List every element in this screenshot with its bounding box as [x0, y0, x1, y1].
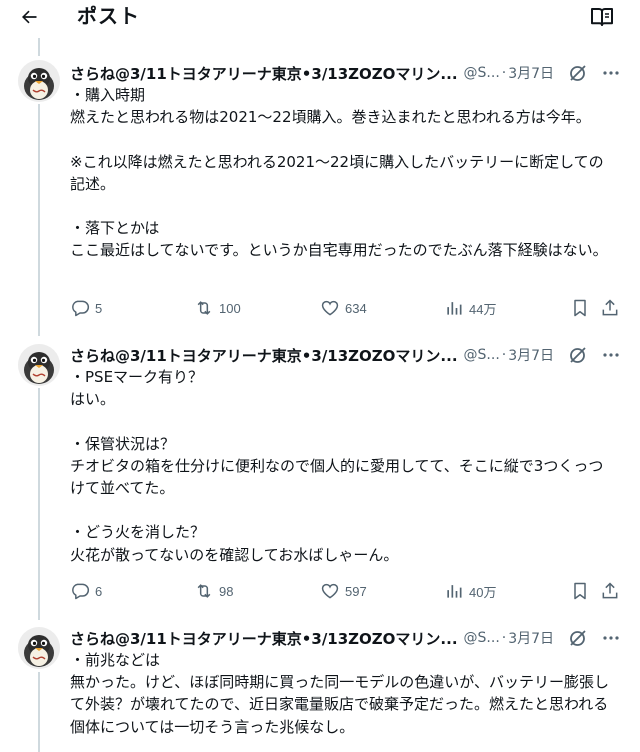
post-text-content: ・購入時期 燃えたと思われる物は2021〜22頃購入。巻き込まれたと思われる方は… — [70, 86, 608, 260]
thread-line — [38, 104, 40, 336]
share-icon — [602, 582, 618, 599]
back-button[interactable] — [14, 4, 44, 30]
repost-icon — [197, 584, 211, 598]
repost-button[interactable]: 98 — [194, 579, 233, 603]
display-name[interactable]: さらね@3/11トヨタアリーナ東京•3/13ZOZOマリン... — [70, 628, 458, 649]
like-count: 634 — [345, 300, 367, 316]
post-header: さらね@3/11トヨタアリーナ東京•3/13ZOZOマリン... @S... ·… — [70, 62, 630, 84]
share-icon — [602, 299, 618, 316]
reply-button[interactable]: 5 — [70, 296, 102, 320]
separator-dot: · — [501, 347, 507, 363]
reply-count: 5 — [95, 300, 103, 316]
views-chart-icon — [447, 302, 462, 315]
thread-line-top — [38, 38, 40, 56]
view-count: 40万 — [469, 584, 497, 600]
more-options-icon[interactable] — [602, 345, 620, 365]
post-date[interactable]: 3月7日 — [508, 345, 554, 365]
heart-icon — [321, 300, 339, 316]
avatar[interactable] — [18, 627, 60, 669]
repost-count: 100 — [219, 300, 241, 316]
avatar[interactable] — [18, 60, 60, 102]
separator-dot: · — [501, 65, 507, 81]
grok-icon[interactable] — [568, 628, 588, 648]
post-text: ・PSEマーク有り？ はい。 ・保管状況は？ チオビタの箱を仕分けに便利なので個… — [70, 366, 618, 566]
display-name[interactable]: さらね@3/11トヨタアリーナ東京•3/13ZOZOマリン... — [70, 63, 458, 84]
user-handle[interactable]: @S... — [464, 630, 500, 646]
penguin-avatar-icon — [18, 60, 60, 102]
repost-count: 98 — [219, 583, 234, 599]
post-header: さらね@3/11トヨタアリーナ東京•3/13ZOZOマリン... @S... ·… — [70, 344, 630, 366]
view-count: 44万 — [469, 301, 497, 317]
user-handle[interactable]: @S... — [464, 347, 500, 363]
reader-mode-button[interactable] — [590, 6, 616, 30]
post-header: さらね@3/11トヨタアリーナ東京•3/13ZOZOマリン... @S... ·… — [70, 627, 630, 649]
repost-button[interactable]: 100 — [194, 296, 241, 320]
separator-dot: · — [501, 630, 507, 646]
page-title: ポスト — [77, 4, 140, 28]
like-button[interactable]: 634 — [320, 296, 367, 320]
grok-icon[interactable] — [568, 345, 588, 365]
views-button[interactable]: 44万 — [444, 296, 496, 320]
reply-button[interactable]: 6 — [70, 579, 102, 603]
user-handle[interactable]: @S... — [464, 65, 500, 81]
penguin-avatar-icon — [18, 344, 60, 386]
bookmark-button[interactable] — [570, 579, 590, 603]
repost-icon — [197, 301, 211, 315]
post-date[interactable]: 3月7日 — [508, 628, 554, 648]
thread-line — [38, 388, 40, 620]
post-text-content: ・前兆などは 無かった。けど、ほぼ同時期に買った同一モデルの色違いが、バッテリー… — [70, 651, 609, 736]
reader-book-icon — [591, 8, 613, 26]
top-bar: ポスト — [0, 0, 640, 36]
like-button[interactable]: 597 — [320, 579, 367, 603]
reply-count: 6 — [95, 583, 103, 599]
avatar[interactable] — [18, 344, 60, 386]
bookmark-button[interactable] — [570, 296, 590, 320]
post-text-content: ・PSEマーク有り？ はい。 ・保管状況は？ チオビタの箱を仕分けに便利なので個… — [70, 368, 604, 564]
display-name[interactable]: さらね@3/11トヨタアリーナ東京•3/13ZOZOマリン... — [70, 345, 458, 366]
heart-icon — [321, 583, 339, 599]
bookmark-icon — [574, 299, 586, 317]
post-actions: 5 100 634 44万 — [70, 296, 622, 320]
thread-line — [38, 672, 40, 752]
post-text: ・前兆などは 無かった。けど、ほぼ同時期に買った同一モデルの色違いが、バッテリー… — [70, 649, 618, 738]
more-options-icon[interactable] — [602, 63, 620, 83]
post-actions: 6 98 597 40万 — [70, 579, 622, 603]
like-count: 597 — [345, 583, 367, 599]
post-date[interactable]: 3月7日 — [508, 63, 554, 83]
reply-icon — [72, 583, 90, 600]
share-button[interactable] — [600, 579, 620, 603]
more-options-icon[interactable] — [602, 628, 620, 648]
share-button[interactable] — [600, 296, 620, 320]
bookmark-icon — [574, 582, 586, 600]
back-arrow-icon — [22, 10, 37, 24]
penguin-avatar-icon — [18, 627, 60, 669]
reply-icon — [72, 300, 90, 317]
grok-icon[interactable] — [568, 63, 588, 83]
post-text: ・購入時期 燃えたと思われる物は2021〜22頃購入。巻き込まれたと思われる方は… — [70, 84, 618, 262]
views-chart-icon — [447, 585, 462, 598]
views-button[interactable]: 40万 — [444, 579, 496, 603]
